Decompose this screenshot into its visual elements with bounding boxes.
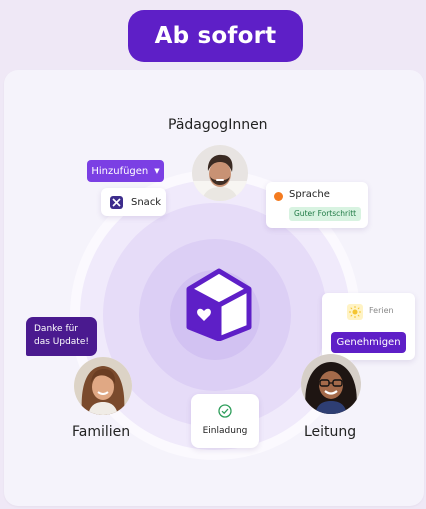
ab-sofort-badge: Ab sofort bbox=[128, 10, 303, 62]
ferien-card: Ferien Genehmigen bbox=[322, 293, 415, 360]
snack-label: Snack bbox=[131, 196, 162, 208]
check-circle-icon bbox=[218, 404, 232, 418]
genehmigen-button[interactable]: Genehmigen bbox=[331, 332, 406, 353]
hinzufuegen-label: Hinzufügen bbox=[91, 165, 149, 177]
role-label-paedagoginnen: PädagogInnen bbox=[168, 117, 268, 133]
avatar-leitung bbox=[301, 354, 361, 414]
sprache-label: Sprache bbox=[289, 189, 330, 200]
ferien-label: Ferien bbox=[369, 306, 394, 315]
hinzufuegen-dropdown[interactable]: Hinzufügen ▼ bbox=[87, 160, 164, 182]
avatar-paedagoge bbox=[192, 145, 248, 201]
illustration-card: PädagogInnen Hinzufügen ▼ Snack Sprache … bbox=[4, 70, 424, 506]
house-heart-icon bbox=[186, 268, 252, 341]
caret-down-icon: ▼ bbox=[154, 167, 160, 175]
snack-chip: Snack bbox=[101, 188, 166, 216]
status-dot-icon bbox=[274, 192, 283, 201]
sun-icon bbox=[347, 304, 363, 320]
cutlery-icon bbox=[110, 195, 123, 209]
einladung-chip: Einladung bbox=[191, 394, 259, 448]
message-bubble: Danke für das Update! bbox=[26, 317, 97, 356]
einladung-label: Einladung bbox=[202, 426, 248, 436]
avatar-familie bbox=[74, 357, 132, 415]
message-line-2: das Update! bbox=[34, 337, 89, 347]
message-line-1: Danke für bbox=[34, 324, 79, 334]
role-label-familien: Familien bbox=[72, 424, 131, 440]
role-label-leitung: Leitung bbox=[304, 424, 357, 440]
sprache-chip: Sprache Guter Fortschritt bbox=[266, 182, 368, 228]
progress-badge: Guter Fortschritt bbox=[289, 207, 362, 221]
